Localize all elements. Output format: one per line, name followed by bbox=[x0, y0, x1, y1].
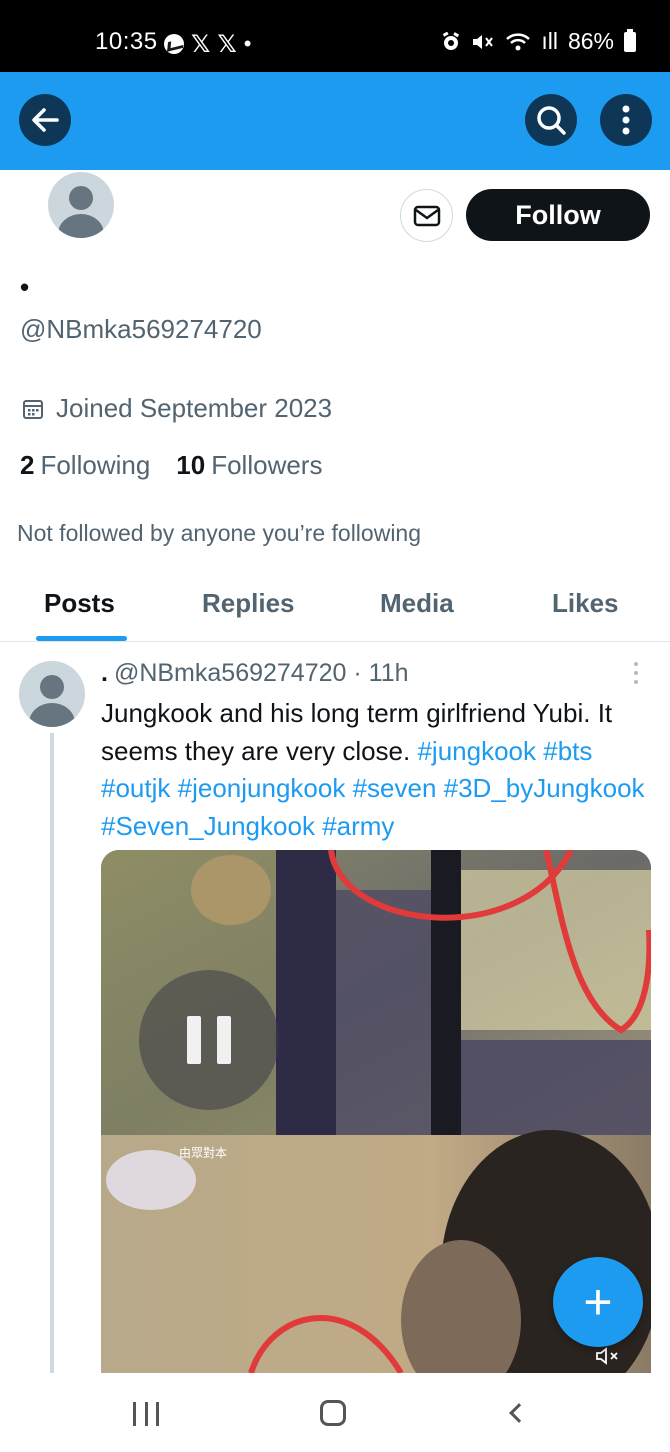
battery-text: 86% bbox=[567, 28, 614, 54]
tweet-body: Jungkook and his long term girlfriend Yu… bbox=[101, 698, 613, 766]
following-label: Following bbox=[40, 450, 151, 480]
pause-icon bbox=[187, 1016, 201, 1064]
wifi-icon bbox=[506, 32, 531, 50]
search-button[interactable] bbox=[525, 94, 577, 146]
vertical-dots-icon bbox=[622, 105, 630, 135]
followers-count: 10 bbox=[176, 450, 206, 480]
joined-text: Joined September 2023 bbox=[56, 393, 333, 423]
followers-label: Followers bbox=[211, 450, 323, 480]
status-time: 10:35 bbox=[95, 28, 158, 55]
hashtag[interactable]: #seven bbox=[353, 773, 437, 803]
recents-button[interactable] bbox=[133, 1402, 159, 1426]
alarm-icon bbox=[443, 31, 460, 50]
following-link[interactable]: 2 Following bbox=[20, 450, 150, 481]
muted-volume-icon[interactable] bbox=[595, 1346, 621, 1366]
tab-media[interactable]: Media bbox=[380, 588, 454, 619]
x-app-icon: 𝕏 bbox=[191, 30, 211, 58]
hashtag[interactable]: #outjk bbox=[101, 773, 170, 803]
app-bar bbox=[0, 72, 670, 170]
tweet-text: Jungkook and his long term girlfriend Yu… bbox=[101, 695, 657, 845]
follow-counts: 2 Following 10 Followers bbox=[20, 450, 322, 481]
home-button[interactable] bbox=[320, 1400, 346, 1426]
tweet-author-avatar[interactable] bbox=[19, 661, 85, 727]
search-icon bbox=[537, 106, 566, 135]
messenger-icon bbox=[164, 34, 184, 54]
tab-posts[interactable]: Posts bbox=[44, 588, 115, 619]
not-followed-notice: Not followed by anyone you’re following bbox=[17, 520, 422, 546]
hashtag[interactable]: #army bbox=[322, 811, 394, 841]
system-icons: ıll 86% bbox=[441, 28, 636, 55]
hashtag[interactable]: #bts bbox=[543, 736, 592, 766]
calendar-icon bbox=[23, 399, 43, 419]
pause-button[interactable] bbox=[139, 970, 279, 1110]
compose-post-button[interactable]: + bbox=[553, 1257, 643, 1347]
envelope-icon bbox=[413, 205, 440, 226]
hashtag[interactable]: #jeonjungkook bbox=[178, 773, 346, 803]
message-button[interactable] bbox=[400, 189, 453, 242]
tweet-meta: @NBmka569274720 · 11h bbox=[113, 659, 409, 687]
hashtag[interactable]: #3D_byJungkook bbox=[444, 773, 645, 803]
following-count: 2 bbox=[20, 450, 35, 480]
back-button[interactable] bbox=[19, 94, 71, 146]
tweet-more-button[interactable] bbox=[628, 662, 644, 686]
thread-line bbox=[50, 733, 54, 1373]
profile-handle: @NBmka569274720 bbox=[20, 314, 262, 344]
hashtag[interactable]: #Seven_Jungkook bbox=[101, 811, 315, 841]
tab-replies[interactable]: Replies bbox=[202, 588, 295, 619]
more-notifications-dot: • bbox=[243, 31, 252, 56]
arrow-left-icon bbox=[32, 108, 59, 132]
battery-icon bbox=[624, 28, 636, 52]
notification-icons: 𝕏 𝕏 • bbox=[164, 30, 251, 58]
x-app-icon: 𝕏 bbox=[217, 30, 237, 58]
tab-likes[interactable]: Likes bbox=[552, 588, 619, 619]
signal-icon: ıll bbox=[541, 28, 558, 54]
profile-avatar[interactable] bbox=[48, 172, 114, 238]
status-bar: 10:35 𝕏 𝕏 • ıll 86% bbox=[0, 0, 670, 72]
more-options-button[interactable] bbox=[600, 94, 652, 146]
follow-button[interactable]: Follow bbox=[466, 189, 650, 241]
followers-link[interactable]: 10 Followers bbox=[176, 450, 322, 481]
system-nav-bar bbox=[0, 1373, 670, 1452]
active-tab-indicator bbox=[36, 636, 127, 641]
mute-icon bbox=[473, 34, 494, 49]
hashtag[interactable]: #jungkook bbox=[417, 736, 536, 766]
display-name: • bbox=[20, 272, 30, 302]
video-logo-text: 由眾對本 bbox=[179, 1146, 228, 1160]
system-back-button[interactable] bbox=[509, 1403, 529, 1423]
tweet-header: . @NBmka569274720 · 11h bbox=[101, 659, 409, 688]
joined-date: Joined September 2023 bbox=[22, 393, 332, 424]
profile-tabs: Posts Replies Media Likes bbox=[0, 570, 670, 642]
tweet-author-name[interactable]: . bbox=[101, 659, 108, 687]
